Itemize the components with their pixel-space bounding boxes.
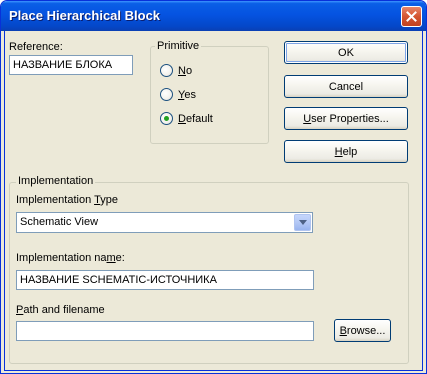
radio-yes[interactable]: Yes — [160, 88, 196, 101]
user-properties-button[interactable]: User Properties... — [284, 107, 408, 130]
implementation-name-input[interactable]: НАЗВАНИЕ SCHEMATIC-ИСТОЧНИКА — [16, 270, 314, 290]
close-icon — [406, 11, 417, 22]
reference-input[interactable]: НАЗВАНИЕ БЛОКА — [9, 55, 133, 75]
radio-yes-label: Yes — [178, 88, 196, 101]
implementation-group-title: Implementation — [16, 175, 96, 187]
ok-button[interactable]: OK — [284, 41, 408, 64]
dialog-body: Reference: НАЗВАНИЕ БЛОКА Primitive No Y… — [4, 31, 423, 371]
radio-no[interactable]: No — [160, 64, 192, 77]
path-filename-input[interactable] — [16, 321, 314, 341]
radio-default-label: Default — [178, 112, 213, 125]
place-hierarchical-block-dialog: Place Hierarchical Block Reference: НАЗВ… — [0, 0, 427, 374]
reference-label: Reference: — [9, 41, 63, 53]
radio-no-indicator — [160, 64, 173, 77]
radio-no-label: No — [178, 64, 193, 77]
browse-button[interactable]: Browse... — [334, 319, 391, 342]
chevron-down-icon — [298, 220, 307, 225]
close-button[interactable] — [401, 6, 422, 27]
path-filename-label: Path and filename — [16, 304, 105, 316]
radio-selected-dot — [164, 116, 169, 121]
cancel-button[interactable]: Cancel — [284, 75, 408, 98]
title-bar[interactable]: Place Hierarchical Block — [1, 1, 426, 31]
radio-default[interactable]: Default — [160, 112, 213, 125]
implementation-name-label: Implementation name: — [16, 252, 125, 264]
implementation-type-label: Implementation Type — [16, 194, 118, 206]
radio-yes-indicator — [160, 88, 173, 101]
radio-default-indicator — [160, 112, 173, 125]
implementation-type-select[interactable]: Schematic View — [16, 212, 313, 233]
dropdown-button[interactable] — [294, 214, 311, 231]
primitive-group-title: Primitive — [155, 40, 202, 52]
window-title: Place Hierarchical Block — [9, 8, 161, 23]
help-button[interactable]: Help — [284, 140, 408, 163]
implementation-type-value: Schematic View — [20, 216, 99, 228]
